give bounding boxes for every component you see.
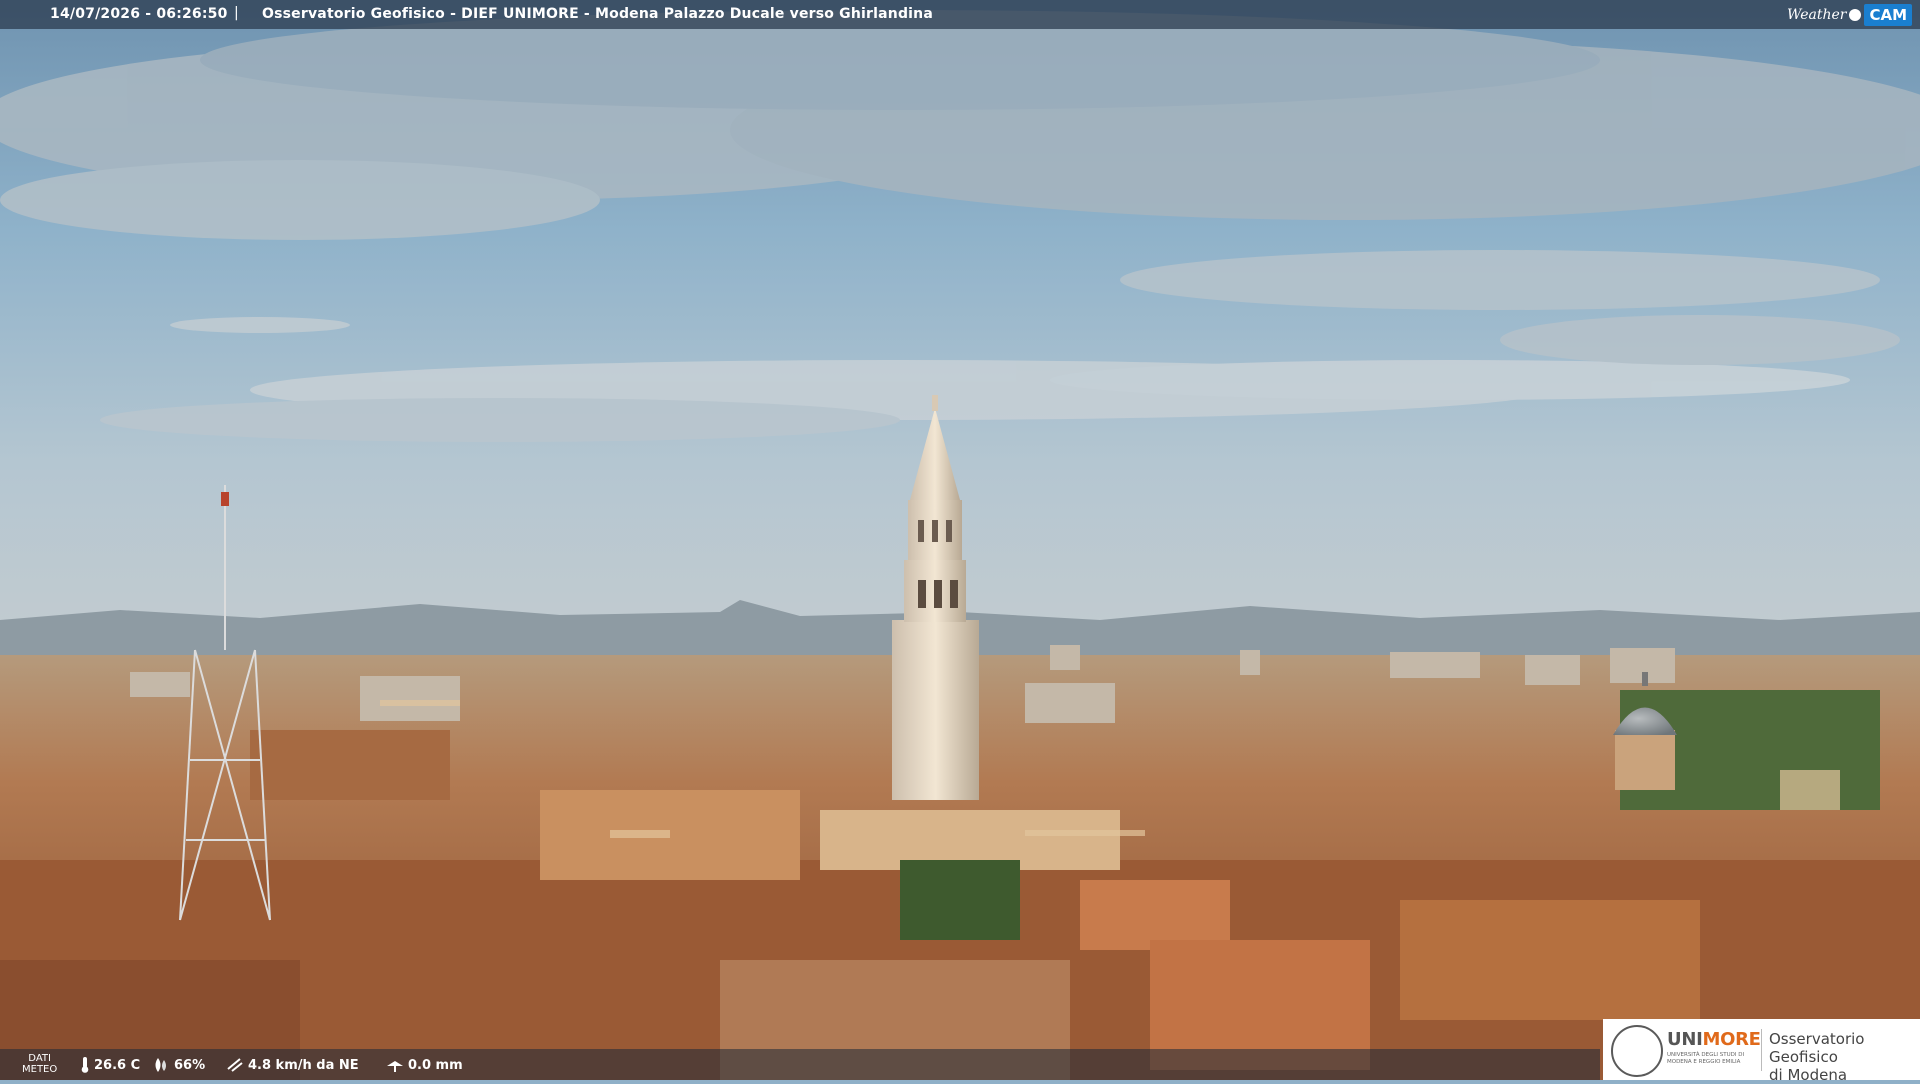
rain-gauge-icon bbox=[387, 1061, 403, 1072]
university-subtitle: UNIVERSITÀ DEGLI STUDI DI MODENA E REGGI… bbox=[1667, 1052, 1745, 1065]
wind-value: 4.8 km/h da NE bbox=[248, 1057, 359, 1073]
header-bar: 14/07/2026 - 06:26:50 | Osservatorio Geo… bbox=[0, 0, 1920, 29]
camera-title: Osservatorio Geofisico - DIEF UNIMORE - … bbox=[262, 6, 933, 22]
timestamp: 14/07/2026 - 06:26:50 bbox=[50, 6, 228, 22]
unimore-wordmark: UNIMORE bbox=[1667, 1029, 1761, 1050]
thermometer-icon bbox=[81, 1057, 89, 1073]
wind-reading: 4.8 km/h da NE bbox=[226, 1057, 359, 1073]
header-separator: | bbox=[234, 5, 239, 21]
webcam-image bbox=[0, 0, 1920, 1080]
logo-divider bbox=[1761, 1029, 1762, 1071]
university-seal-icon bbox=[1611, 1025, 1663, 1077]
unimore-logo: UNIMORE UNIVERSITÀ DEGLI STUDI DI MODENA… bbox=[1603, 1019, 1920, 1084]
rain-reading: 0.0 mm bbox=[386, 1057, 463, 1073]
weather-data-bar: DATI METEO 26.6 C 66% 4.8 km/h da NE 0.0… bbox=[0, 1049, 1600, 1080]
weather-label: DATI METEO bbox=[22, 1053, 58, 1075]
temperature-reading: 26.6 C bbox=[80, 1057, 140, 1073]
humidity-value: 66% bbox=[174, 1057, 206, 1073]
wind-icon bbox=[227, 1058, 243, 1072]
droplet-icon bbox=[155, 1058, 166, 1072]
temperature-value: 26.6 C bbox=[94, 1057, 141, 1073]
camera-dot-icon bbox=[1849, 8, 1862, 21]
observatory-name: Osservatorio Geofisico di Modena bbox=[1769, 1030, 1865, 1084]
humidity-reading: 66% bbox=[152, 1057, 205, 1073]
weathercam-brand-text: Weather bbox=[1786, 6, 1847, 23]
weathercam-logo: Weather CAM bbox=[1781, 0, 1920, 29]
weathercam-cam-label: CAM bbox=[1864, 3, 1912, 26]
rain-value: 0.0 mm bbox=[408, 1057, 463, 1073]
